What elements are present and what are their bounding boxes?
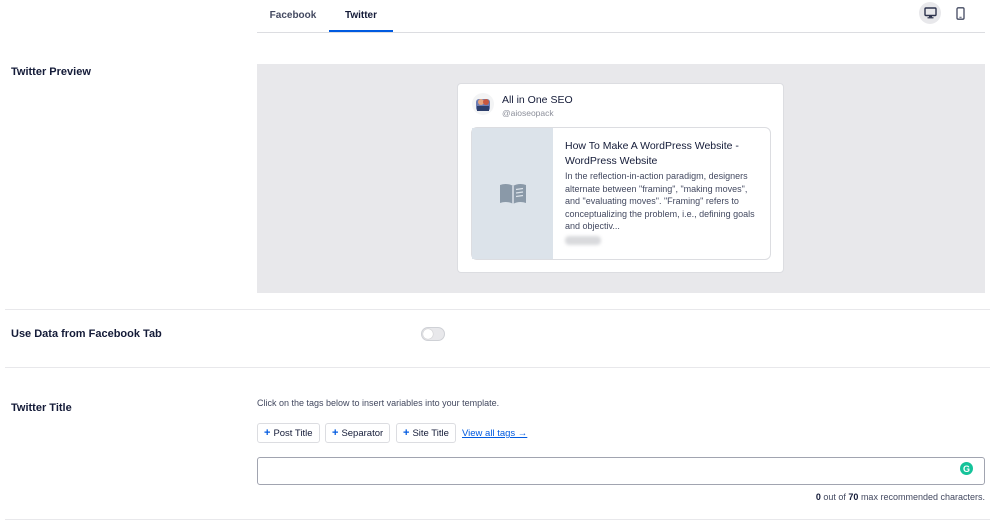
tab-twitter[interactable]: Twitter [329,0,393,32]
desktop-icon [923,7,937,19]
post-description: In the reflection-in-action paradigm, de… [565,171,755,231]
post-title: How To Make A WordPress Website - WordPr… [565,140,739,167]
mobile-icon [955,6,965,20]
account-handle: @aioseopack [502,108,554,118]
tag-post-title-button[interactable]: + Post Title [257,423,320,443]
count-prefix: out of [823,492,846,502]
char-max: 70 [848,492,859,502]
char-count: 0 [815,492,821,502]
grammarly-icon[interactable]: G [960,462,973,475]
view-all-tags-link[interactable]: View all tags → [462,428,527,439]
toggle-knob [423,329,433,339]
tag-label: Post Title [273,427,313,439]
post-domain-placeholder [565,236,601,245]
mobile-preview-button[interactable] [949,2,971,24]
link-thumbnail [472,128,553,259]
tag-separator-button[interactable]: + Separator [325,423,391,443]
use-facebook-data-label: Use Data from Facebook Tab [11,328,162,340]
twitter-title-input[interactable] [257,457,985,485]
avatar [472,93,494,115]
tag-site-title-button[interactable]: + Site Title [396,423,456,443]
character-counter: 0 out of 70 max recommended characters. [816,492,985,502]
tag-label: Site Title [412,427,449,439]
book-icon [499,183,526,204]
plus-icon: + [403,427,410,439]
desktop-preview-button[interactable] [919,2,941,24]
divider [5,519,990,520]
account-name: All in One SEO [502,94,573,106]
twitter-preview-label: Twitter Preview [11,66,91,78]
divider [5,367,990,368]
tab-facebook[interactable]: Facebook [257,0,329,31]
tag-label: Separator [341,427,384,439]
plus-icon: + [264,427,271,439]
twitter-title-label: Twitter Title [11,402,72,414]
divider [5,309,990,310]
plus-icon: + [332,427,339,439]
count-suffix: max recommended characters. [860,492,985,502]
tags-help-text: Click on the tags below to insert variab… [257,398,500,408]
